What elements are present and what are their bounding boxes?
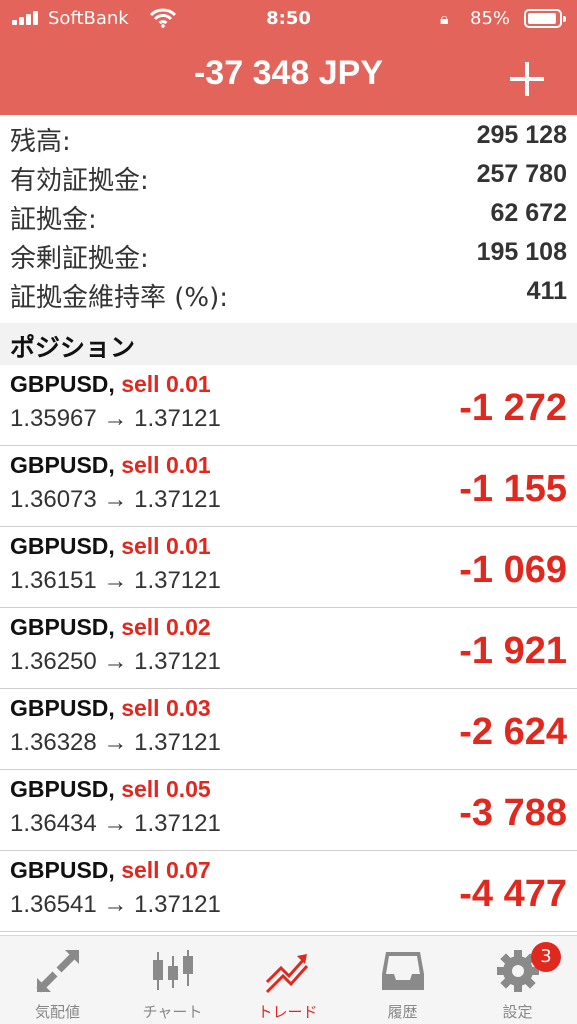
position-prices: 1.35967 → 1.37121 (10, 405, 221, 432)
position-symbol: GBPUSD, (10, 452, 115, 478)
summary-label: 証拠金: (10, 205, 97, 235)
position-prices: 1.36151 → 1.37121 (10, 567, 221, 594)
status-bar: SoftBank 8:50 🔒︎ 85% (0, 0, 577, 38)
position-prices: 1.36434 → 1.37121 (10, 810, 221, 837)
positions-section-header: ポジション (0, 323, 577, 365)
summary-value: 62 672 (490, 199, 567, 227)
positions-list: GBPUSD, sell 0.01 1.35967 → 1.37121 -1 2… (0, 365, 577, 932)
position-symbol: GBPUSD, (10, 695, 115, 721)
trade-trend-icon (265, 954, 309, 994)
position-row[interactable]: GBPUSD, sell 0.07 1.36541 → 1.37121 -4 4… (0, 851, 577, 932)
position-prices: 1.36073 → 1.37121 (10, 486, 221, 513)
position-row[interactable]: GBPUSD, sell 0.01 1.36151 → 1.37121 -1 0… (0, 527, 577, 608)
position-profit: -4 477 (459, 873, 567, 915)
position-profit: -1 272 (459, 387, 567, 429)
summary-label: 残高: (10, 127, 71, 157)
position-side: sell 0.05 (121, 776, 211, 802)
position-side: sell 0.07 (121, 857, 211, 883)
position-profit: -1 069 (459, 549, 567, 591)
position-prices: 1.36328 → 1.37121 (10, 729, 221, 756)
position-row[interactable]: GBPUSD, sell 0.03 1.36328 → 1.37121 -2 6… (0, 689, 577, 770)
position-symbol: GBPUSD, (10, 371, 115, 397)
new-order-plus-button[interactable] (506, 58, 548, 100)
tab-label: 履歴 (387, 1003, 418, 1021)
position-symbol: GBPUSD, (10, 857, 115, 883)
position-side: sell 0.01 (121, 371, 211, 397)
tab-history[interactable]: 履歴 (345, 936, 460, 1024)
position-profit: -2 624 (459, 711, 567, 753)
battery-percent: 85% (470, 8, 511, 29)
account-summary: 残高: 295 128 有効証拠金: 257 780 証拠金: 62 672 余… (0, 117, 577, 313)
summary-label: 有効証拠金: (10, 166, 149, 196)
position-symbol: GBPUSD, (10, 776, 115, 802)
section-title: ポジション (10, 333, 136, 362)
summary-row-equity: 有効証拠金: 257 780 (0, 156, 577, 196)
tab-label: チャート (142, 1003, 203, 1021)
header-bar: SoftBank 8:50 🔒︎ 85% -37 348 JPY (0, 0, 577, 115)
inbox-history-icon (382, 952, 424, 990)
position-profit: -1 155 (459, 468, 567, 510)
position-side: sell 0.01 (121, 452, 211, 478)
position-row[interactable]: GBPUSD, sell 0.05 1.36434 → 1.37121 -3 7… (0, 770, 577, 851)
summary-row-free-margin: 余剰証拠金: 195 108 (0, 234, 577, 274)
summary-label: 証拠金維持率 (%): (10, 283, 229, 313)
tab-bar: 気配値 チャート トレード 履歴 設定 (0, 935, 577, 1024)
position-prices: 1.36541 → 1.37121 (10, 891, 221, 918)
position-side: sell 0.02 (121, 614, 211, 640)
tab-trade[interactable]: トレード (230, 936, 345, 1024)
tab-label: トレード (257, 1003, 318, 1021)
position-symbol: GBPUSD, (10, 614, 115, 640)
summary-label: 余剰証拠金: (10, 244, 149, 274)
tab-chart[interactable]: チャート (115, 936, 230, 1024)
position-symbol: GBPUSD, (10, 533, 115, 559)
summary-value: 195 108 (476, 238, 567, 266)
battery-icon (524, 9, 566, 28)
position-row[interactable]: GBPUSD, sell 0.02 1.36250 → 1.37121 -1 9… (0, 608, 577, 689)
position-profit: -1 921 (459, 630, 567, 672)
floating-profit-title: -37 348 JPY (193, 54, 384, 92)
tab-label: 設定 (502, 1003, 533, 1021)
position-row[interactable]: GBPUSD, sell 0.01 1.35967 → 1.37121 -1 2… (0, 365, 577, 446)
summary-row-margin-level: 証拠金維持率 (%): 411 (0, 273, 577, 313)
summary-value: 411 (526, 277, 567, 305)
settings-notification-badge: 3 (531, 942, 561, 972)
tab-quotes[interactable]: 気配値 (0, 936, 115, 1024)
position-side: sell 0.01 (121, 533, 211, 559)
summary-row-balance: 残高: 295 128 (0, 117, 577, 157)
position-prices: 1.36250 → 1.37121 (10, 648, 221, 675)
summary-value: 257 780 (476, 160, 567, 188)
position-side: sell 0.03 (121, 695, 211, 721)
tab-label: 気配値 (34, 1003, 80, 1021)
position-row[interactable]: GBPUSD, sell 0.01 1.36073 → 1.37121 -1 1… (0, 446, 577, 527)
position-profit: -3 788 (459, 792, 567, 834)
quotes-arrows-icon (36, 950, 79, 993)
summary-value: 295 128 (476, 121, 567, 149)
rotation-lock-icon: 🔒︎ (440, 9, 449, 28)
candlestick-icon (153, 950, 193, 990)
summary-row-margin: 証拠金: 62 672 (0, 195, 577, 235)
